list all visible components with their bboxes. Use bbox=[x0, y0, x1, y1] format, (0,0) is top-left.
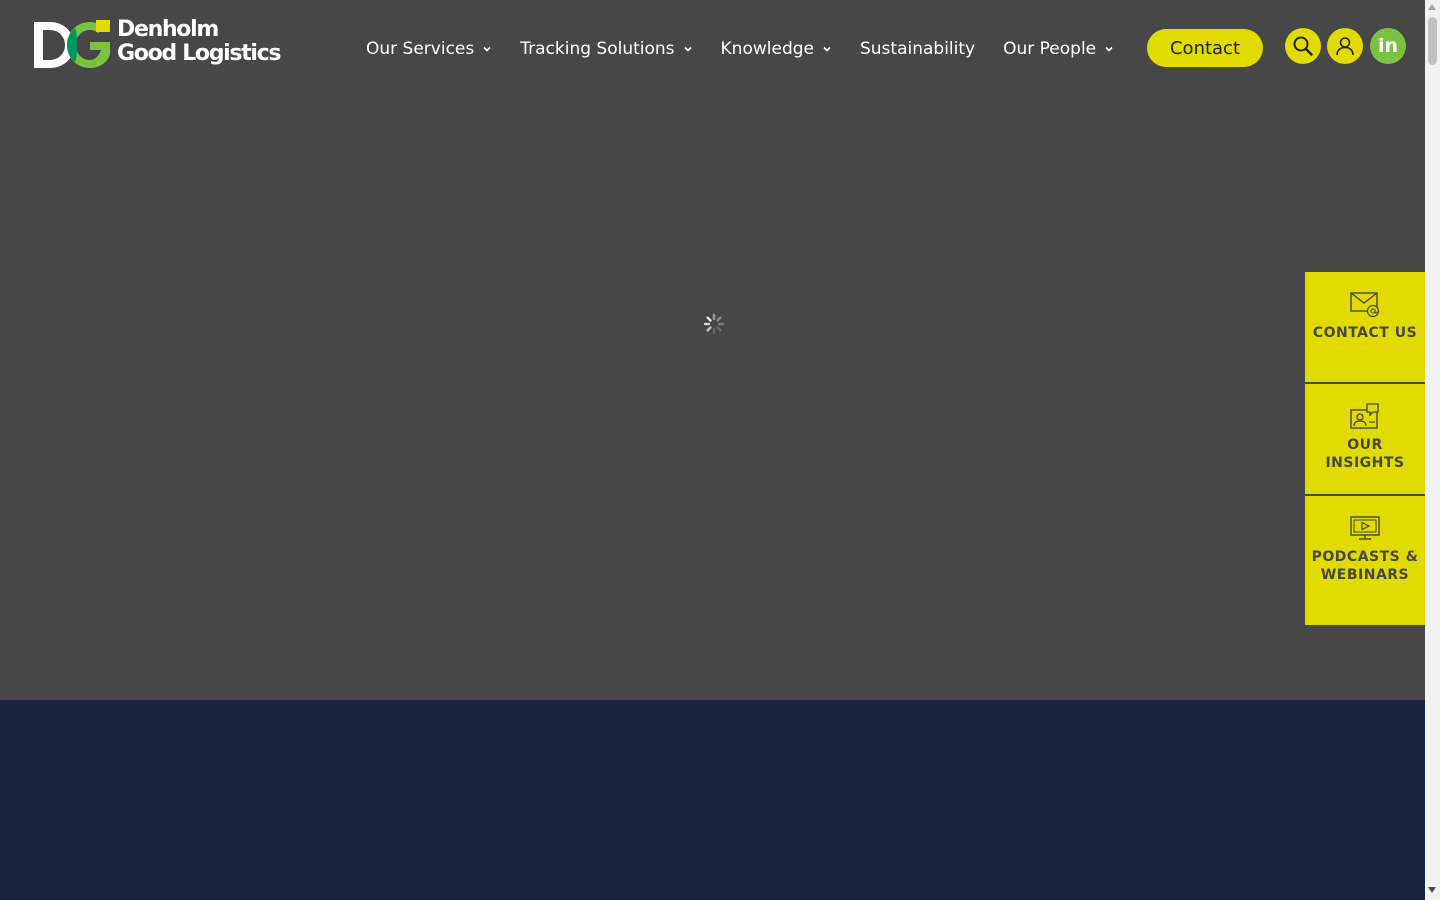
nav-item-label: Our Services bbox=[366, 39, 475, 59]
nav-item-label: Knowledge bbox=[720, 39, 814, 59]
scroll-thumb[interactable] bbox=[1428, 17, 1437, 65]
nav-item-sustainability[interactable]: Sustainability bbox=[846, 39, 989, 59]
side-tab-label: PODCASTS & WEBINARS bbox=[1311, 549, 1419, 583]
scroll-up-arrow-icon[interactable] bbox=[1428, 4, 1436, 10]
nav-item-label: Tracking Solutions bbox=[520, 39, 675, 59]
vertical-scrollbar[interactable] bbox=[1425, 0, 1440, 900]
nav-item-label: Sustainability bbox=[859, 39, 976, 59]
linkedin-button[interactable]: in bbox=[1370, 28, 1406, 64]
nav-item-knowledge[interactable]: Knowledge bbox=[707, 39, 846, 59]
side-tab-our-insights[interactable]: OUR INSIGHTS bbox=[1305, 384, 1425, 496]
person-speech-icon bbox=[1350, 403, 1379, 429]
logo-wordmark: Denholm Good Logistics bbox=[117, 17, 282, 66]
page: Denholm Good Logistics Our Services Trac… bbox=[0, 0, 1425, 900]
logo-line-1: Denholm bbox=[117, 17, 219, 42]
side-panel: CONTACT US OUR INSIGHTS PODCASTS & WEBIN… bbox=[1305, 272, 1425, 625]
main-nav: Our Services Tracking Solutions Knowledg… bbox=[352, 30, 1128, 68]
mail-at-icon bbox=[1350, 292, 1380, 318]
user-icon bbox=[1336, 37, 1354, 56]
lower-section bbox=[0, 700, 1425, 900]
side-tab-contact-us[interactable]: CONTACT US bbox=[1305, 272, 1425, 384]
side-tab-label: OUR INSIGHTS bbox=[1325, 437, 1405, 471]
dg-logo-mark-icon bbox=[34, 20, 110, 68]
account-button[interactable] bbox=[1327, 28, 1363, 64]
monitor-play-icon bbox=[1350, 516, 1380, 540]
site-logo[interactable]: Denholm Good Logistics bbox=[34, 18, 286, 72]
chevron-down-icon bbox=[823, 46, 831, 52]
logo-line-2: Good Logistics bbox=[117, 41, 282, 66]
spinner-icon bbox=[703, 313, 725, 335]
nav-item-our-people[interactable]: Our People bbox=[989, 39, 1128, 59]
linkedin-icon: in bbox=[1377, 35, 1399, 57]
hero-section: Denholm Good Logistics Our Services Trac… bbox=[0, 0, 1425, 700]
contact-button[interactable]: Contact bbox=[1147, 29, 1263, 67]
search-icon bbox=[1293, 36, 1313, 56]
chevron-down-icon bbox=[483, 46, 491, 52]
search-button[interactable] bbox=[1285, 28, 1321, 64]
scroll-down-arrow-icon[interactable] bbox=[1428, 887, 1436, 893]
chevron-down-icon bbox=[683, 46, 692, 52]
side-tab-label: CONTACT US bbox=[1312, 325, 1418, 341]
chevron-down-icon bbox=[1105, 46, 1113, 52]
nav-item-tracking-solutions[interactable]: Tracking Solutions bbox=[506, 39, 706, 59]
nav-item-label: Our People bbox=[1003, 39, 1097, 59]
nav-item-our-services[interactable]: Our Services bbox=[352, 39, 506, 59]
side-tab-podcasts-webinars[interactable]: PODCASTS & WEBINARS bbox=[1305, 496, 1425, 625]
